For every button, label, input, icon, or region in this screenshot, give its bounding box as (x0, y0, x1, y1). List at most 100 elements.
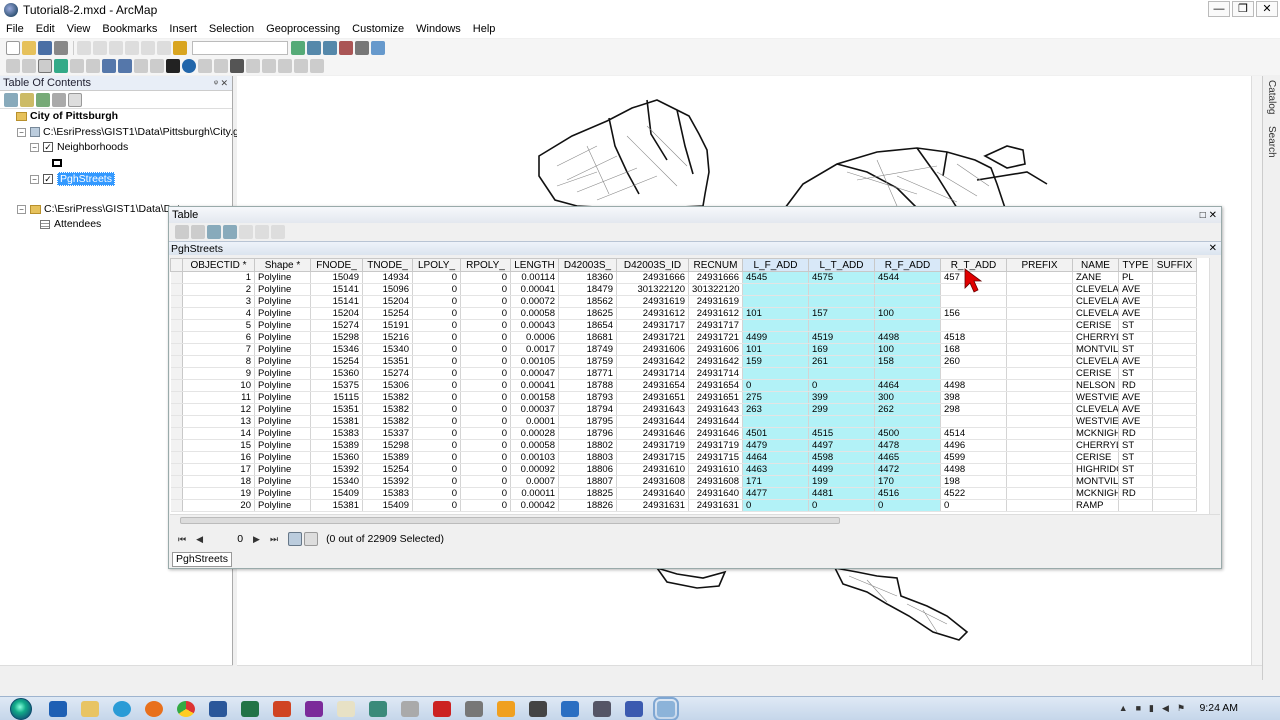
table-cell[interactable]: 0.00047 (510, 367, 559, 380)
row-selector[interactable] (170, 487, 183, 500)
table-cell[interactable]: 15340 (310, 475, 363, 488)
table-cell[interactable]: 0.00011 (510, 487, 559, 500)
table-cell[interactable]: 15346 (310, 343, 363, 356)
model-builder-icon[interactable] (371, 41, 385, 55)
table-cell[interactable] (1006, 487, 1073, 500)
table-cell[interactable]: 15360 (310, 367, 363, 380)
table-cell[interactable]: 0.0001 (510, 415, 559, 428)
table-cell[interactable]: 15340 (362, 343, 413, 356)
table-cell[interactable] (874, 367, 941, 380)
table-cell[interactable]: 0.0006 (510, 331, 559, 344)
column-header-d42003s-id[interactable]: D42003S_ID (616, 258, 689, 272)
table-cell[interactable]: 0 (412, 463, 461, 476)
back-extent-icon[interactable] (102, 59, 116, 73)
table-row[interactable]: 19 Polyline 15409 15383 0 0 0.00011 18825 249316… (170, 487, 1197, 500)
table-cell[interactable] (1006, 463, 1073, 476)
table-cell[interactable]: 15298 (310, 331, 363, 344)
word-icon[interactable] (209, 700, 227, 717)
table-cell[interactable]: 0 (460, 463, 511, 476)
table-cell[interactable]: 4498 (940, 379, 1007, 392)
table-cell[interactable]: 0.00058 (510, 439, 559, 452)
table-cell[interactable]: 0 (808, 379, 875, 392)
table-cell[interactable]: 4518 (940, 331, 1007, 344)
table-cell[interactable] (1006, 415, 1073, 428)
table-cell[interactable] (940, 319, 1007, 332)
arcscene-icon[interactable] (401, 700, 419, 717)
table-cell[interactable]: 24931646 (616, 427, 689, 440)
select-features-icon[interactable] (134, 59, 148, 73)
table-cell[interactable]: 18360 (558, 271, 617, 284)
python-window-icon[interactable] (355, 41, 369, 55)
table-cell[interactable]: 158 (874, 355, 941, 368)
table-cell[interactable]: 15360 (310, 451, 363, 464)
fixed-zoom-out-icon[interactable] (86, 59, 100, 73)
table-cell[interactable]: 0 (460, 403, 511, 416)
table-cell[interactable]: PL (1118, 271, 1153, 284)
onenote-icon[interactable] (305, 700, 323, 717)
column-header-d42003s[interactable]: D42003S_ (558, 258, 617, 272)
table-row[interactable]: 17 Polyline 15392 15254 0 0 0.00092 18806 249316… (170, 463, 1197, 476)
table-cell[interactable]: 199 (808, 475, 875, 488)
grid-horizontal-scrollbar[interactable] (170, 514, 1220, 526)
table-cell[interactable]: 0 (460, 487, 511, 500)
list-by-selection-icon[interactable] (52, 92, 66, 107)
table-cell[interactable]: 24931646 (688, 427, 743, 440)
table-cell[interactable]: 4598 (808, 451, 875, 464)
map-scale-combo[interactable] (192, 41, 288, 55)
table-cell[interactable]: 4472 (874, 463, 941, 476)
table-cell[interactable]: 15382 (362, 415, 413, 428)
row-selector[interactable] (170, 355, 183, 368)
table-cell[interactable]: 171 (742, 475, 809, 488)
table-cell[interactable]: 101 (742, 343, 809, 356)
menu-insert[interactable]: Insert (163, 23, 203, 35)
table-cell[interactable]: 15392 (310, 463, 363, 476)
table-cell[interactable]: 15382 (362, 391, 413, 404)
table-row[interactable]: 15 Polyline 15389 15298 0 0 0.00058 18802 249317… (170, 439, 1197, 452)
scrollbar-thumb[interactable] (180, 517, 840, 524)
table-cell[interactable]: 4599 (940, 451, 1007, 464)
table-cell[interactable] (1152, 427, 1197, 440)
grid-vertical-scrollbar[interactable] (1209, 258, 1220, 514)
redo-icon[interactable] (157, 41, 171, 55)
table-cell[interactable]: 24931631 (616, 499, 689, 512)
table-cell[interactable]: 0 (412, 343, 461, 356)
column-header-prefix[interactable]: PREFIX (1006, 258, 1073, 272)
table-cell[interactable]: 4499 (742, 331, 809, 344)
table-cell[interactable]: 4501 (742, 427, 809, 440)
column-header-l-f-add[interactable]: L_F_ADD (742, 258, 809, 272)
table-cell[interactable]: 0 (460, 427, 511, 440)
table-cell[interactable] (1152, 307, 1197, 320)
terminal-icon[interactable] (465, 700, 483, 717)
volume-icon[interactable]: ◀ (1162, 703, 1169, 714)
table-cell[interactable]: 0 (460, 343, 511, 356)
table-cell[interactable]: Polyline (254, 463, 311, 476)
row-selector[interactable] (170, 427, 183, 440)
table-cell[interactable]: AVE (1118, 415, 1153, 428)
table-cell[interactable]: 15381 (310, 499, 363, 512)
table-cell[interactable] (1152, 451, 1197, 464)
select-elements-icon[interactable] (166, 59, 180, 73)
table-cell[interactable]: 1 (182, 271, 255, 284)
table-cell[interactable]: AVE (1118, 403, 1153, 416)
table-cell[interactable] (1006, 307, 1073, 320)
table-cell[interactable] (1006, 403, 1073, 416)
toc-window-icon[interactable] (307, 41, 321, 55)
table-cell[interactable]: 18562 (558, 295, 617, 308)
table-cell[interactable]: Polyline (254, 499, 311, 512)
hyperlink-icon[interactable] (198, 59, 212, 73)
table-cell[interactable]: 18794 (558, 403, 617, 416)
open-icon[interactable] (22, 41, 36, 55)
table-cell[interactable]: 4496 (940, 439, 1007, 452)
table-cell[interactable]: 15254 (362, 307, 413, 320)
table-cell[interactable]: 18479 (558, 283, 617, 296)
table-cell[interactable]: 0 (412, 271, 461, 284)
table-row[interactable]: 5 Polyline 15274 15191 0 0 0.00043 18654 2493171… (170, 319, 1197, 332)
table-cell[interactable]: 0 (742, 379, 809, 392)
table-cell[interactable]: 17 (182, 463, 255, 476)
column-header-type[interactable]: TYPE (1118, 258, 1153, 272)
row-selector[interactable] (170, 451, 183, 464)
table-cell[interactable]: 0 (412, 367, 461, 380)
table-cell[interactable]: 15383 (310, 427, 363, 440)
table-cell[interactable]: 0 (412, 403, 461, 416)
table-cell[interactable]: 24931719 (616, 439, 689, 452)
